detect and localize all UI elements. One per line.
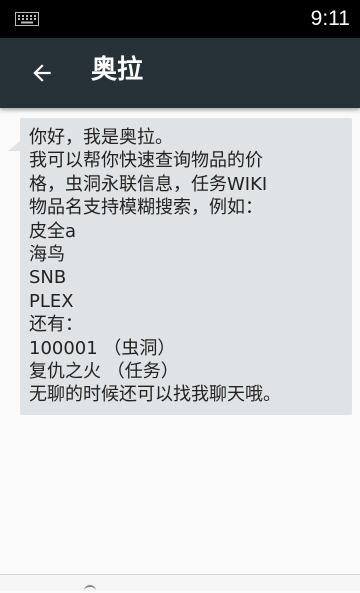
message-line: 你好，我是奥拉。 <box>29 127 173 148</box>
message-line: 格，虫洞永联信息，任务WIKI <box>29 173 268 195</box>
message-line: 无聊的时候还可以找我聊天哦。 <box>29 384 281 406</box>
app-bar: 奥拉 <box>0 38 360 108</box>
keyboard-icon <box>15 12 39 26</box>
message-line: PLEX <box>29 290 74 312</box>
message-line: 复仇之火 （任务） <box>29 361 179 383</box>
input-bar[interactable] <box>0 574 360 591</box>
message-line: 100001 （虫洞） <box>29 337 176 359</box>
back-button[interactable] <box>18 48 66 98</box>
arrow-back-icon <box>33 64 51 82</box>
status-time: 9:11 <box>310 7 350 30</box>
status-bar: 9:11 <box>0 0 360 38</box>
page-title: 奥拉 <box>91 55 144 85</box>
partial-icon <box>84 585 96 593</box>
message-line: 还有： <box>29 314 83 336</box>
message-line: 物品名支持模糊搜索，例如： <box>29 197 263 219</box>
message-line: 我可以帮你快速查询物品的价 <box>29 150 263 172</box>
message-line: 海鸟 <box>29 244 65 266</box>
message-bubble[interactable]: 你好，我是奥拉。 我可以帮你快速查询物品的价 格，虫洞永联信息，任务WIKI 物… <box>20 118 352 415</box>
message-line: 皮全a <box>29 220 77 242</box>
message-line: SNB <box>29 267 67 289</box>
